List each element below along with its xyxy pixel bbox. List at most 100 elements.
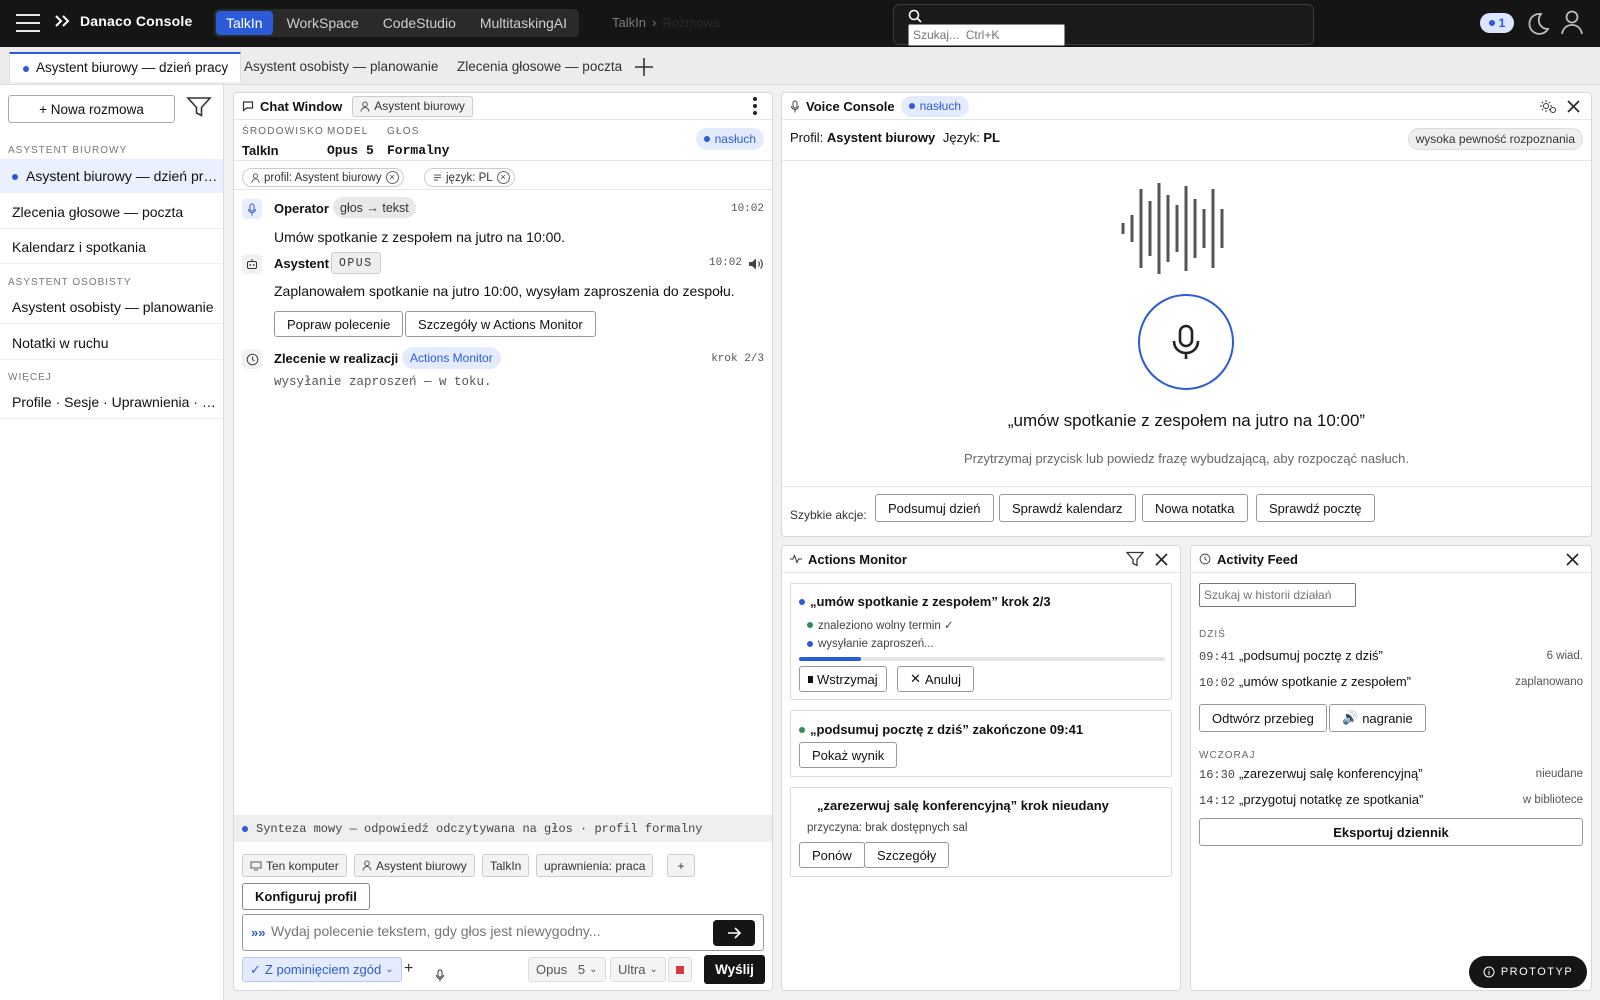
profile-chip[interactable]: Asystent biurowy xyxy=(352,95,473,117)
new-conversation-button[interactable]: + Nowa rozmowa xyxy=(8,95,175,123)
progress-track xyxy=(799,657,1165,661)
close-icon[interactable] xyxy=(1567,100,1580,113)
clock-icon xyxy=(1199,553,1211,565)
user-icon[interactable] xyxy=(1560,9,1584,35)
clock-icon xyxy=(242,349,262,369)
close-icon[interactable] xyxy=(1566,553,1579,566)
remove-filter-icon[interactable]: × xyxy=(496,171,510,184)
context-chip-permissions[interactable]: uprawnienia: praca xyxy=(536,854,654,877)
context-chip-computer[interactable]: Ten komputer xyxy=(242,854,347,877)
brand[interactable]: Danaco Console xyxy=(54,13,193,29)
app-tab-talkin[interactable]: TalkIn xyxy=(216,11,273,35)
speaker-icon[interactable] xyxy=(748,257,764,271)
filter-chip-profile-label: profil: Asystent biurowy xyxy=(264,171,382,184)
activity-row[interactable]: 16:30 „zarezerwuj salę konferencyjną” nieu… xyxy=(1199,765,1583,783)
consent-mode-select[interactable]: ✓ Z pominięciem zgód ⌄ xyxy=(242,957,402,982)
menu-icon[interactable] xyxy=(16,12,40,34)
mic-icon xyxy=(1172,324,1200,359)
moon-icon[interactable] xyxy=(1524,11,1550,37)
action-card-title: „zarezerwuj salę konferencyjną” krok nie… xyxy=(817,798,1109,813)
retry-button[interactable]: Ponów xyxy=(799,842,865,868)
plus-icon[interactable]: + xyxy=(404,960,413,985)
plus-icon[interactable] xyxy=(632,55,656,79)
configure-profile-button[interactable]: Konfiguruj profil xyxy=(242,883,370,910)
push-to-talk-button[interactable] xyxy=(1138,294,1234,390)
context-chip-profile[interactable]: Asystent biurowy xyxy=(354,854,475,877)
quick-action-calendar[interactable]: Sprawdź kalendarz xyxy=(999,494,1136,522)
fix-command-button[interactable]: Popraw polecenie xyxy=(274,311,404,337)
quick-action-note[interactable]: Nowa notatka xyxy=(1142,494,1248,522)
sidebar-item-voice-mail[interactable]: Zlecenia głosowe — poczta xyxy=(0,195,223,229)
app-tab-multitaskingai[interactable]: MultitaskingAI xyxy=(470,11,577,35)
voice-transcript: „umów spotkanie z zespołem na jutro na 1… xyxy=(1007,411,1366,430)
voice-header: Voice Console nasłuch xyxy=(782,93,1591,120)
actions-monitor-link[interactable]: Actions Monitor xyxy=(402,347,501,369)
sidebar-item-personal-planning[interactable]: Asystent osobisty — planowanie xyxy=(0,290,223,324)
filter-icon[interactable] xyxy=(186,95,212,119)
message-author: Operator xyxy=(274,201,329,216)
activity-row[interactable]: 14:12 „przygotuj notatkę ze spotkania” w b… xyxy=(1199,791,1583,809)
filter-chip-language[interactable]: język: PL × xyxy=(424,168,515,187)
context-chip-env[interactable]: TalkIn xyxy=(482,854,530,877)
quick-action-summary[interactable]: Podsumuj dzień xyxy=(875,494,994,522)
app-tab-codestudio[interactable]: CodeStudio xyxy=(373,11,466,35)
more-vertical-icon[interactable] xyxy=(752,96,758,116)
filter-chip-profile[interactable]: profil: Asystent biurowy × xyxy=(242,168,404,187)
pause-button[interactable]: Wstrzymaj xyxy=(799,666,887,692)
voice-value: Formalny xyxy=(387,143,450,158)
details-button[interactable]: Szczegóły xyxy=(864,842,950,868)
sidebar-section-more: WIĘCEJ xyxy=(8,372,52,383)
pause-button-label: Wstrzymaj xyxy=(817,671,878,687)
quick-action-mail[interactable]: Sprawdź pocztę xyxy=(1256,494,1375,522)
session-tab-office[interactable]: Asystent biurowy — dzień pracy xyxy=(9,52,242,82)
session-tab-voice-mail[interactable]: Zlecenia głosowe — poczta xyxy=(445,52,634,82)
monitor-icon xyxy=(250,861,262,870)
confidence-badge: wysoka pewność rozpoznania xyxy=(1407,128,1583,150)
replay-button[interactable]: Odtwórz przebieg xyxy=(1199,704,1327,732)
add-context-button[interactable]: + xyxy=(667,854,695,877)
model-select[interactable]: Opus 5 ⌄ xyxy=(528,957,606,982)
recording-button-label: nagranie xyxy=(1362,710,1413,726)
quality-select[interactable]: Ultra ⌄ xyxy=(610,957,666,982)
activity-row[interactable]: 09:41 „podsumuj pocztę z dziś” 6 wiad. xyxy=(1199,647,1583,665)
sidebar-item-notes[interactable]: Notatki w ruchu xyxy=(0,326,223,360)
search-input[interactable] xyxy=(908,24,1065,46)
notification-dot-icon xyxy=(1488,20,1495,26)
command-input[interactable] xyxy=(271,923,711,939)
remove-filter-icon[interactable]: × xyxy=(385,171,399,184)
cancel-button[interactable]: ✕ Anuluj xyxy=(897,666,975,692)
quick-actions-label: Szybkie akcje: xyxy=(790,508,867,522)
command-box: »» xyxy=(242,914,764,951)
session-tab-personal[interactable]: Asystent osobisty — planowanie xyxy=(232,52,450,82)
chevron-down-icon: ⌄ xyxy=(589,964,598,975)
arrow-right-icon[interactable] xyxy=(713,920,755,946)
breadcrumb-root[interactable]: TalkIn xyxy=(612,15,646,30)
message-time: 10:02 xyxy=(708,257,742,269)
activity-time: 16:30 xyxy=(1199,768,1236,782)
mic-icon xyxy=(242,199,262,219)
chat-window: Chat Window Asystent biurowy ŚRODOWISKO … xyxy=(233,92,773,991)
sidebar-item-settings[interactable]: Profile · Sesje · Uprawnienia · Ustawien… xyxy=(0,385,223,419)
cancel-button-label: Anuluj xyxy=(924,671,962,687)
close-icon[interactable] xyxy=(1155,553,1168,566)
activity-row[interactable]: 10:02 „umów spotkanie z zespołem” zaplanow… xyxy=(1199,673,1583,691)
details-actions-monitor-button[interactable]: Szczegóły w Actions Monitor xyxy=(405,311,596,337)
stop-button[interactable] xyxy=(668,957,692,982)
prototype-badge[interactable]: PROTOTYP xyxy=(1469,956,1587,988)
app-tab-workspace[interactable]: WorkSpace xyxy=(277,11,369,35)
recording-button[interactable]: 🔊 nagranie xyxy=(1329,704,1426,732)
chat-title: Chat Window xyxy=(260,98,343,114)
history-search-input[interactable] xyxy=(1199,583,1356,607)
show-result-button[interactable]: Pokaż wynik xyxy=(799,742,898,768)
filter-icon[interactable] xyxy=(1126,551,1144,567)
activity-text: „przygotuj notatkę ze spotkania” xyxy=(1239,792,1424,807)
mic-icon[interactable] xyxy=(435,963,445,988)
status-dot-icon xyxy=(242,825,248,832)
sidebar-item-calendar[interactable]: Kalendarz i spotkania xyxy=(0,230,223,264)
send-button[interactable]: Wyślij xyxy=(704,955,765,984)
sidebar-item-office-day[interactable]: Asystent biurowy — dzień pracy xyxy=(0,159,223,193)
export-log-button[interactable]: Eksportuj dziennik xyxy=(1199,818,1583,846)
notification-badge[interactable]: 1 xyxy=(1480,13,1514,33)
breadcrumb-current: Rozmowa xyxy=(662,15,721,30)
settings-icon[interactable] xyxy=(1539,98,1557,115)
